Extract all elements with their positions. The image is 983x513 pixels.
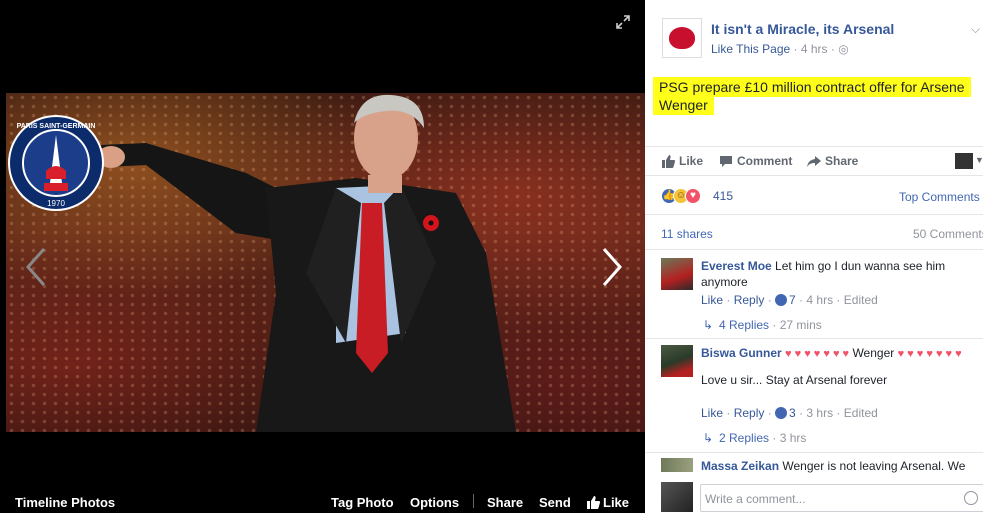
replies-link[interactable]: 2 Replies (719, 431, 769, 445)
replies-time: 27 mins (779, 318, 822, 332)
user-avatar (661, 482, 693, 512)
post-text-line2: Wenger (659, 95, 708, 115)
reply-arrow-icon: ↳ (703, 318, 714, 332)
comment-like-link[interactable]: Like (701, 406, 723, 420)
comment-time[interactable]: 3 hrs (806, 406, 833, 420)
view-replies[interactable]: 4 Replies · 27 mins (719, 318, 822, 332)
chevron-down-icon[interactable]: ▼ (975, 155, 983, 165)
next-photo-arrow-icon[interactable] (596, 245, 626, 289)
photo-viewer: PARIS SAINT-GERMAIN 1970 Timeline Photos… (0, 0, 645, 513)
post-text-line1: PSG prepare £10 million contract offer f… (659, 77, 965, 97)
like-page-link[interactable]: Like This Page (711, 42, 790, 56)
replies-time: 3 hrs (779, 431, 807, 445)
psg-logo: PARIS SAINT-GERMAIN 1970 (8, 115, 104, 211)
divider (645, 249, 983, 250)
edited-label[interactable]: Edited (844, 406, 878, 420)
page-avatar[interactable] (662, 18, 702, 58)
divider (645, 214, 983, 215)
comment-like-link[interactable]: Like (701, 293, 723, 307)
comment-reply-link[interactable]: Reply (734, 293, 765, 307)
like-reaction-icon (775, 407, 788, 419)
commenter-avatar[interactable] (661, 345, 693, 377)
post-options-chevron-down-icon[interactable]: ⌵ (971, 22, 980, 37)
post-like-button[interactable]: Like (661, 154, 703, 168)
post-share-button[interactable]: Share (807, 154, 858, 168)
emoji-icon[interactable] (964, 491, 978, 505)
comment-actions: Like · Reply · 3 · 3 hrs · Edited (701, 406, 878, 420)
post-like-label: Like (679, 154, 704, 168)
post-photo: PARIS SAINT-GERMAIN 1970 (6, 93, 645, 432)
post-text: PSG prepare £10 million contract offer f… (659, 77, 979, 115)
post-actions: Like Comment Share ▼ (645, 146, 983, 176)
post-comment-label: Comment (737, 154, 793, 168)
comment-input[interactable]: Write a comment... (700, 484, 983, 512)
reply-arrow-icon: ↳ (703, 431, 714, 445)
comment-likes[interactable]: 3 (775, 406, 796, 420)
commenter-avatar[interactable] (661, 458, 693, 472)
like-button-label: Like (603, 495, 630, 510)
heart-emoji-icon: ♥ ♥ ♥ ♥ ♥ ♥ ♥ (897, 348, 962, 360)
divider (473, 494, 474, 508)
thumbs-up-icon (587, 496, 600, 509)
post-time[interactable]: 4 hrs (801, 42, 828, 56)
comment-icon (720, 156, 732, 167)
options-button[interactable]: Options (410, 495, 459, 510)
love-reaction-icon: ♥ (685, 188, 701, 204)
heart-emoji-icon: ♥ ♥ ♥ ♥ ♥ ♥ ♥ (785, 348, 850, 360)
comment-author[interactable]: Massa Zeikan (701, 459, 779, 473)
comment-sort-dropdown[interactable]: Top Comments (899, 190, 980, 204)
comment-likes[interactable]: 7 (775, 293, 796, 307)
comment-actions: Like · Reply · 7 · 4 hrs · Edited (701, 293, 878, 307)
edited-label[interactable]: Edited (844, 293, 878, 307)
divider (645, 452, 983, 453)
post-meta: Like This Page · 4 hrs · ◎ (711, 42, 849, 56)
post-comment-button[interactable]: Comment (719, 154, 792, 168)
globe-icon: ◎ (838, 42, 849, 56)
comment-author[interactable]: Everest Moe (701, 259, 772, 273)
comment-input-placeholder: Write a comment... (705, 492, 806, 506)
view-replies[interactable]: 2 Replies · 3 hrs (719, 431, 806, 445)
share-button[interactable]: Share (487, 495, 523, 510)
reaction-count[interactable]: 415 (713, 189, 733, 203)
expand-icon[interactable] (616, 15, 630, 29)
psg-logo-year: 1970 (47, 199, 65, 208)
share-as-avatar[interactable] (955, 153, 973, 169)
comment-composer: Write a comment... (661, 482, 983, 513)
shares-count[interactable]: 11 shares (661, 227, 713, 241)
previous-photo-arrow-icon[interactable] (22, 245, 52, 289)
commenter-avatar[interactable] (661, 258, 693, 290)
photo-action-bar: Timeline Photos Tag Photo Options Share … (0, 488, 645, 513)
comment-text: Wenger is not leaving Arsenal. We (782, 459, 966, 473)
album-title[interactable]: Timeline Photos (15, 495, 115, 510)
send-button[interactable]: Send (539, 495, 571, 510)
comment-time[interactable]: 4 hrs (806, 293, 833, 307)
arsenal-crest-icon (669, 27, 695, 49)
post-share-label: Share (825, 154, 859, 168)
comment-like-count: 3 (789, 406, 796, 420)
comment-text-line2: Love u sir... Stay at Arsenal forever (701, 373, 888, 387)
comment-text: Wenger (852, 346, 895, 360)
share-arrow-icon (807, 156, 821, 167)
replies-link[interactable]: 4 Replies (719, 318, 769, 332)
psg-logo-name: PARIS SAINT-GERMAIN (17, 123, 96, 130)
divider (645, 338, 983, 339)
thumbs-up-icon (662, 155, 675, 168)
comment-like-count: 7 (789, 293, 796, 307)
like-reaction-icon (775, 294, 788, 306)
comment-author[interactable]: Biswa Gunner (701, 346, 782, 360)
comment-reply-link[interactable]: Reply (734, 406, 765, 420)
post-panel: It isn't a Miracle, its Arsenal Like Thi… (645, 0, 983, 513)
tag-photo-button[interactable]: Tag Photo (331, 495, 394, 510)
like-button[interactable]: Like (586, 495, 629, 510)
page-name[interactable]: It isn't a Miracle, its Arsenal (711, 21, 894, 37)
comments-count[interactable]: 50 Comments (913, 227, 983, 241)
